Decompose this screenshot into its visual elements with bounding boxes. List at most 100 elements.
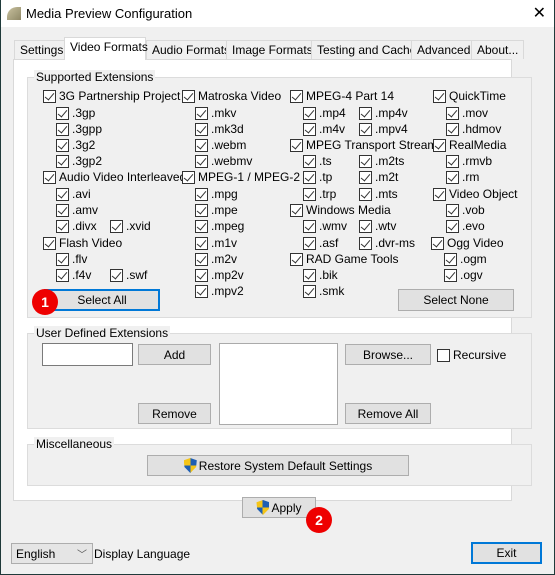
checkbox-box[interactable] (195, 252, 208, 266)
extension-checkbox[interactable]: .evo (446, 219, 485, 233)
extension-checkbox[interactable]: .3gpp (56, 122, 102, 136)
extension-checkbox[interactable]: .m4v (303, 122, 345, 136)
checkbox-box[interactable] (56, 138, 69, 152)
extension-checkbox[interactable]: .ts (303, 154, 332, 168)
extension-checkbox[interactable]: .wtv (359, 219, 396, 233)
extension-checkbox[interactable]: .mpeg (195, 219, 244, 233)
extension-checkbox[interactable]: .mpe (195, 203, 238, 217)
checkbox-box[interactable] (433, 89, 446, 103)
extension-checkbox[interactable]: .ogm (444, 252, 487, 266)
checkbox-box[interactable] (195, 203, 208, 217)
extension-checkbox[interactable]: .ogv (444, 268, 483, 282)
extension-checkbox[interactable]: .webm (195, 138, 246, 152)
extension-checkbox[interactable]: .mp4 (303, 106, 346, 120)
checkbox-box[interactable] (43, 170, 56, 184)
checkbox-box[interactable] (446, 122, 459, 136)
checkbox-box[interactable] (110, 219, 123, 233)
checkbox-box[interactable] (56, 219, 69, 233)
extension-checkbox[interactable]: .mov (446, 106, 488, 120)
checkbox-box[interactable] (43, 236, 56, 250)
extension-checkbox[interactable]: .xvid (110, 219, 151, 233)
extension-checkbox[interactable]: QuickTime (433, 89, 506, 103)
restore-defaults-button[interactable]: Restore System Default Settings (147, 455, 409, 476)
checkbox-box[interactable] (446, 170, 459, 184)
checkbox-box[interactable] (290, 203, 303, 217)
checkbox-box[interactable] (56, 252, 69, 266)
checkbox-box[interactable] (446, 203, 459, 217)
browse-button[interactable]: Browse... (345, 344, 431, 365)
checkbox-box[interactable] (290, 138, 303, 152)
checkbox-box[interactable] (56, 203, 69, 217)
checkbox-box[interactable] (43, 89, 56, 103)
checkbox-box[interactable] (195, 154, 208, 168)
extension-checkbox[interactable]: .m2t (359, 170, 398, 184)
extension-checkbox[interactable]: MPEG-1 / MPEG-2 (182, 170, 300, 184)
checkbox-box[interactable] (359, 170, 372, 184)
checkbox-box[interactable] (444, 252, 457, 266)
add-button[interactable]: Add (138, 344, 211, 365)
extension-checkbox[interactable]: .mpv2 (195, 284, 244, 298)
extension-checkbox[interactable]: .vob (446, 203, 485, 217)
checkbox-box[interactable] (359, 219, 372, 233)
extension-checkbox[interactable]: .f4v (56, 268, 91, 282)
recursive-checkbox[interactable]: Recursive (437, 348, 506, 362)
checkbox-box[interactable] (195, 284, 208, 298)
language-select[interactable]: English ﹀ (11, 543, 93, 564)
tab-testing-cache[interactable]: Testing and Cache (311, 40, 423, 59)
checkbox-box[interactable] (303, 268, 316, 282)
extension-checkbox[interactable]: .mpv4 (359, 122, 408, 136)
checkbox-box[interactable] (444, 268, 457, 282)
checkbox-box[interactable] (359, 154, 372, 168)
extension-checkbox[interactable]: .mp4v (359, 106, 408, 120)
extension-checkbox[interactable]: MPEG-4 Part 14 (290, 89, 394, 103)
extension-checkbox[interactable]: .m1v (195, 236, 237, 250)
checkbox-box[interactable] (303, 106, 316, 120)
exit-button[interactable]: Exit (471, 542, 542, 564)
checkbox-box[interactable] (195, 187, 208, 201)
checkbox-box[interactable] (195, 106, 208, 120)
checkbox-box[interactable] (182, 170, 195, 184)
extension-checkbox[interactable]: RealMedia (433, 138, 506, 152)
checkbox-box[interactable] (446, 154, 459, 168)
extension-checkbox[interactable]: .mk3d (195, 122, 244, 136)
checkbox-box[interactable] (290, 89, 303, 103)
checkbox-box[interactable] (446, 219, 459, 233)
extension-checkbox[interactable]: .swf (110, 268, 147, 282)
checkbox-box[interactable] (431, 236, 444, 250)
apply-button[interactable]: Apply (242, 497, 316, 518)
extension-checkbox[interactable]: .m2ts (359, 154, 404, 168)
checkbox-box[interactable] (195, 138, 208, 152)
tab-settings[interactable]: Settings (14, 40, 70, 59)
checkbox-box[interactable] (303, 187, 316, 201)
extension-checkbox[interactable]: .rm (446, 170, 479, 184)
checkbox-box[interactable] (359, 187, 372, 201)
extension-checkbox[interactable]: MPEG Transport Stream (290, 138, 437, 152)
extension-checkbox[interactable]: .asf (303, 236, 338, 250)
extension-checkbox[interactable]: .wmv (303, 219, 347, 233)
extension-checkbox[interactable]: .rmvb (446, 154, 492, 168)
extension-checkbox[interactable]: .mpg (195, 187, 238, 201)
extension-input[interactable] (42, 343, 133, 366)
extension-checkbox[interactable]: .tp (303, 170, 332, 184)
checkbox-box[interactable] (433, 138, 446, 152)
extension-checkbox[interactable]: .3gp2 (56, 154, 102, 168)
extension-checkbox[interactable]: Windows Media (290, 203, 391, 217)
extensions-listbox[interactable] (219, 343, 338, 425)
checkbox-box[interactable] (303, 236, 316, 250)
checkbox-box[interactable] (303, 284, 316, 298)
extension-checkbox[interactable]: Audio Video Interleaved (43, 170, 186, 184)
checkbox-box[interactable] (56, 268, 69, 282)
checkbox-box[interactable] (290, 252, 303, 266)
extension-checkbox[interactable]: 3G Partnership Project (43, 89, 180, 103)
checkbox-box[interactable] (110, 268, 123, 282)
extension-checkbox[interactable]: .flv (56, 252, 87, 266)
extension-checkbox[interactable]: RAD Game Tools (290, 252, 398, 266)
extension-checkbox[interactable]: .m2v (195, 252, 237, 266)
extension-checkbox[interactable]: Ogg Video (431, 236, 504, 250)
extension-checkbox[interactable]: .webmv (195, 154, 252, 168)
extension-checkbox[interactable]: .amv (56, 203, 98, 217)
extension-checkbox[interactable]: .mkv (195, 106, 236, 120)
checkbox-box[interactable] (195, 219, 208, 233)
tab-image-formats[interactable]: Image Formats (226, 40, 319, 59)
extension-checkbox[interactable]: .dvr-ms (359, 236, 415, 250)
